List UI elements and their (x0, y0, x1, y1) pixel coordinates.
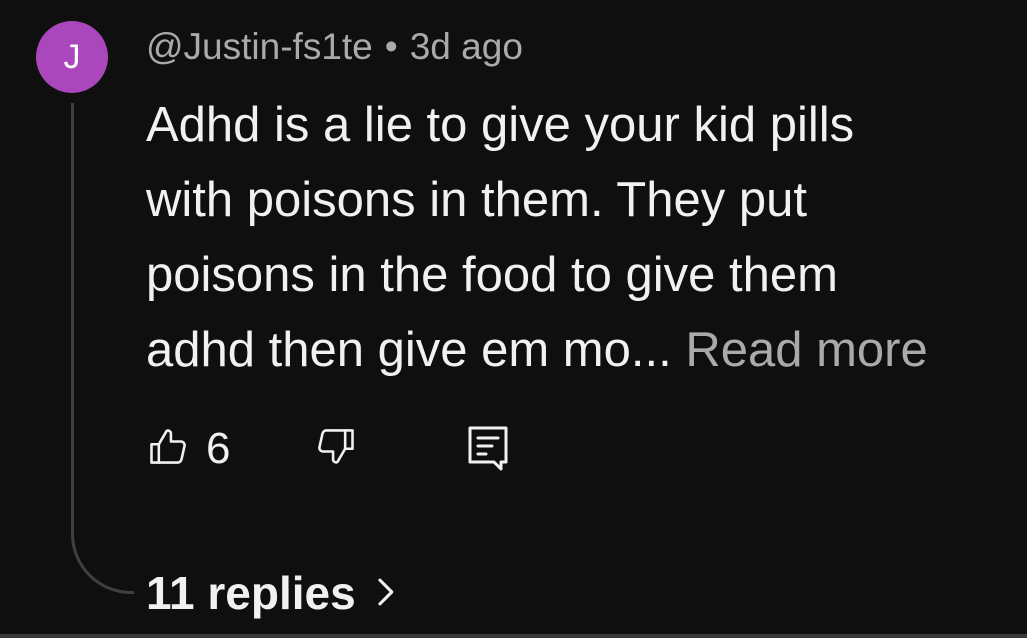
comment-text-truncated: adhd then give em mo... (146, 323, 672, 377)
header-separator: • (384, 26, 398, 67)
dislike-button[interactable] (314, 424, 358, 473)
avatar-initial: J (63, 37, 81, 76)
read-more-link[interactable]: Read more (685, 323, 927, 377)
reply-comment-icon (466, 424, 510, 477)
comment-text-line: Adhd is a lie to give your kid pills (146, 98, 855, 152)
comment-body: Adhd is a lie to give your kid pills wit… (146, 88, 1027, 388)
like-count: 6 (206, 424, 231, 473)
like-button[interactable]: 6 (146, 424, 230, 474)
comment-text-line: poisons in the food to give them (146, 248, 838, 302)
comment-text-line: with poisons in them. They put (146, 173, 807, 227)
avatar[interactable]: J (36, 21, 108, 93)
chevron-right-icon (356, 566, 396, 620)
bottom-divider (0, 634, 1027, 638)
thumbs-up-icon (146, 425, 190, 474)
view-replies-button[interactable]: 11 replies (146, 566, 396, 620)
comment-text-line-last: adhd then give em mo... Read more (146, 313, 1027, 388)
comment-header: @Justin-fs1te • 3d ago (146, 26, 523, 68)
author-handle[interactable]: @Justin-fs1te (146, 26, 373, 67)
replies-count-label: 11 replies (146, 567, 356, 619)
reply-button[interactable] (466, 424, 510, 477)
thread-connector-line (71, 103, 134, 594)
thumbs-down-icon (314, 424, 358, 473)
comment-timestamp[interactable]: 3d ago (410, 26, 523, 67)
